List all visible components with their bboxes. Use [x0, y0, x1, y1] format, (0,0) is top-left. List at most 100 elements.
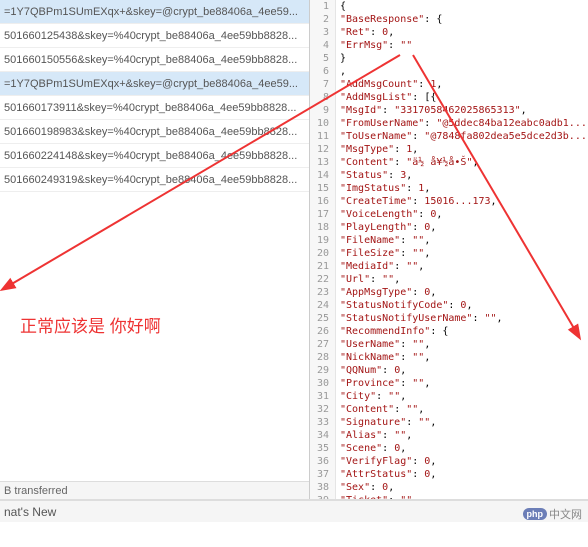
line-number: 2	[310, 13, 336, 26]
request-row[interactable]: =1Y7QBPm1SUmEXqx+&skey=@crypt_be88406a_4…	[0, 0, 309, 24]
code-line: 38"Sex": 0,	[310, 481, 588, 494]
code-content: ,	[336, 65, 346, 78]
code-line: 32"Content": "",	[310, 403, 588, 416]
line-number: 18	[310, 221, 336, 234]
logo-text: 中文网	[549, 506, 582, 522]
code-content: "FromUserName": "@5ddec84ba12eabc0adb1..…	[336, 117, 587, 130]
line-number: 3	[310, 26, 336, 39]
line-number: 10	[310, 117, 336, 130]
line-number: 7	[310, 78, 336, 91]
code-line: 26"RecommendInfo": {	[310, 325, 588, 338]
code-line: 11"ToUserName": "@7848fa802dea5e5dce2d3b…	[310, 130, 588, 143]
request-row[interactable]: 501660150556&skey=%40crypt_be88406a_4ee5…	[0, 48, 309, 72]
line-number: 5	[310, 52, 336, 65]
code-content: "AddMsgList": [{	[336, 91, 436, 104]
code-content: "PlayLength": 0,	[336, 221, 436, 234]
line-number: 37	[310, 468, 336, 481]
code-content: "Content": "",	[336, 403, 424, 416]
line-number: 31	[310, 390, 336, 403]
php-badge: php	[523, 508, 548, 520]
code-content: "ImgStatus": 1,	[336, 182, 430, 195]
code-line: 27"UserName": "",	[310, 338, 588, 351]
request-row[interactable]: 501660173911&skey=%40crypt_be88406a_4ee5…	[0, 96, 309, 120]
code-content: "RecommendInfo": {	[336, 325, 448, 338]
code-content: "Ret": 0,	[336, 26, 394, 39]
code-line: 6,	[310, 65, 588, 78]
code-line: 17"VoiceLength": 0,	[310, 208, 588, 221]
line-number: 8	[310, 91, 336, 104]
line-number: 19	[310, 234, 336, 247]
code-line: 12"MsgType": 1,	[310, 143, 588, 156]
code-content: "FileName": "",	[336, 234, 430, 247]
code-line: 16"CreateTime": 15016...173,	[310, 195, 588, 208]
code-line: 15"ImgStatus": 1,	[310, 182, 588, 195]
code-line: 28"NickName": "",	[310, 351, 588, 364]
line-number: 14	[310, 169, 336, 182]
line-number: 16	[310, 195, 336, 208]
code-line: 10"FromUserName": "@5ddec84ba12eabc0adb1…	[310, 117, 588, 130]
line-number: 23	[310, 286, 336, 299]
code-content: "Ticket": "",	[336, 494, 418, 499]
line-number: 11	[310, 130, 336, 143]
request-list-panel: =1Y7QBPm1SUmEXqx+&skey=@crypt_be88406a_4…	[0, 0, 310, 499]
code-line: 2"BaseResponse": {	[310, 13, 588, 26]
line-number: 12	[310, 143, 336, 156]
line-number: 9	[310, 104, 336, 117]
code-content: "ErrMsg": ""	[336, 39, 412, 52]
code-line: 1{	[310, 0, 588, 13]
code-line: 36"VerifyFlag": 0,	[310, 455, 588, 468]
line-number: 13	[310, 156, 336, 169]
code-content: "MsgId": "3317058462025865313",	[336, 104, 527, 117]
code-content: "Alias": "",	[336, 429, 412, 442]
line-number: 30	[310, 377, 336, 390]
code-content: "Scene": 0,	[336, 442, 406, 455]
watermark-logo: php 中文网	[523, 503, 583, 525]
line-number: 36	[310, 455, 336, 468]
code-content: "Url": "",	[336, 273, 400, 286]
code-line: 5}	[310, 52, 588, 65]
request-row[interactable]: 501660198983&skey=%40crypt_be88406a_4ee5…	[0, 120, 309, 144]
code-content: "Status": 3,	[336, 169, 412, 182]
code-line: 19"FileName": "",	[310, 234, 588, 247]
code-line: 13"Content": "ä½ å¥½å•Š",	[310, 156, 588, 169]
code-line: 24"StatusNotifyCode": 0,	[310, 299, 588, 312]
code-line: 34"Alias": "",	[310, 429, 588, 442]
line-number: 27	[310, 338, 336, 351]
code-line: 8"AddMsgList": [{	[310, 91, 588, 104]
code-content: "VerifyFlag": 0,	[336, 455, 436, 468]
whats-new-tab[interactable]: nat's New	[0, 500, 588, 522]
code-content: "BaseResponse": {	[336, 13, 442, 26]
request-row[interactable]: =1Y7QBPm1SUmEXqx+&skey=@crypt_be88406a_4…	[0, 72, 309, 96]
line-number: 15	[310, 182, 336, 195]
line-number: 38	[310, 481, 336, 494]
code-line: 7"AddMsgCount": 1,	[310, 78, 588, 91]
code-line: 22"Url": "",	[310, 273, 588, 286]
code-line: 39"Ticket": "",	[310, 494, 588, 499]
line-number: 24	[310, 299, 336, 312]
code-content: "Sex": 0,	[336, 481, 394, 494]
json-code-view[interactable]: 1{2"BaseResponse": {3"Ret": 0,4"ErrMsg":…	[310, 0, 588, 499]
line-number: 17	[310, 208, 336, 221]
code-content: "ToUserName": "@7848fa802dea5e5dce2d3b..…	[336, 130, 587, 143]
line-number: 33	[310, 416, 336, 429]
code-line: 23"AppMsgType": 0,	[310, 286, 588, 299]
code-line: 33"Signature": "",	[310, 416, 588, 429]
code-line: 37"AttrStatus": 0,	[310, 468, 588, 481]
code-content: "FileSize": "",	[336, 247, 430, 260]
code-line: 35"Scene": 0,	[310, 442, 588, 455]
line-number: 28	[310, 351, 336, 364]
request-row[interactable]: 501660249319&skey=%40crypt_be88406a_4ee5…	[0, 168, 309, 192]
request-row[interactable]: 501660224148&skey=%40crypt_be88406a_4ee5…	[0, 144, 309, 168]
line-number: 39	[310, 494, 336, 499]
line-number: 34	[310, 429, 336, 442]
line-number: 6	[310, 65, 336, 78]
code-line: 25"StatusNotifyUserName": "",	[310, 312, 588, 325]
transferred-status: B transferred	[0, 481, 309, 499]
response-json-panel: 1{2"BaseResponse": {3"Ret": 0,4"ErrMsg":…	[310, 0, 588, 499]
code-line: 20"FileSize": "",	[310, 247, 588, 260]
request-row[interactable]: 501660125438&skey=%40crypt_be88406a_4ee5…	[0, 24, 309, 48]
code-content: "VoiceLength": 0,	[336, 208, 442, 221]
line-number: 26	[310, 325, 336, 338]
line-number: 20	[310, 247, 336, 260]
line-number: 25	[310, 312, 336, 325]
